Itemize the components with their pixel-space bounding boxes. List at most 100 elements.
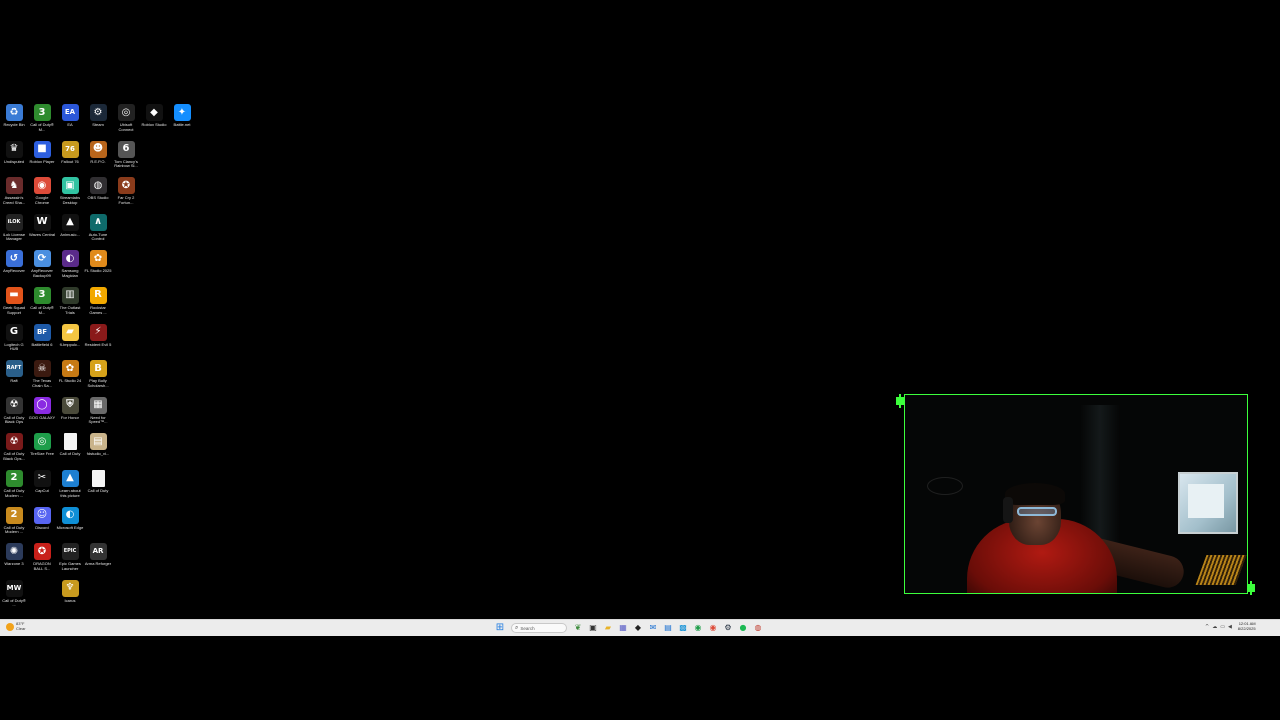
taskbar-search-box[interactable]: ⌕ Search — [511, 623, 567, 633]
desktop-empty-slot — [168, 283, 196, 319]
desktop-shortcut[interactable]: EA EA — [56, 100, 84, 136]
desktop-shortcut[interactable]: ♛ Undisputed — [0, 137, 28, 173]
desktop-shortcut[interactable]: ☢ Call of Duty Black Ops... — [0, 429, 28, 465]
desktop-shortcut[interactable]: ✺ Warzone 3 — [0, 539, 28, 575]
desktop-empty-slot — [140, 173, 168, 209]
desktop-shortcut[interactable]: ☺ Discord — [28, 503, 56, 539]
desktop-shortcut[interactable]: 3 Call of Duty® M... — [28, 283, 56, 319]
desktop-shortcut[interactable]: ☢ Call of Duty Black Ops — [0, 393, 28, 429]
desktop-shortcut[interactable]: G Logitech G HUB — [0, 320, 28, 356]
desktop-shortcut[interactable]: EPIC Epic Games Launcher — [56, 539, 84, 575]
desktop-empty-slot — [140, 210, 168, 246]
desktop-shortcut[interactable]: RAFT Raft — [0, 356, 28, 392]
desktop-shortcut[interactable]: 2 Call of Duty Modern ... — [0, 503, 28, 539]
epic-taskbar-icon[interactable]: ◆ — [632, 622, 644, 634]
desktop-shortcut[interactable]: AR Arma Reforger — [84, 539, 112, 575]
desktop-shortcut[interactable]: ✪ Far Cry 2 Fortun... — [112, 173, 140, 209]
photos-taskbar-icon[interactable]: ▩ — [677, 622, 689, 634]
desktop-shortcut[interactable]: ▲ Animusic... — [56, 210, 84, 246]
desktop-shortcut[interactable]: ◐ Microsoft Edge — [56, 503, 84, 539]
desktop-shortcut[interactable]: ✿ FL Studio 24 — [56, 356, 84, 392]
desktop-shortcut[interactable]: ✦ Battle.net — [168, 100, 196, 136]
desktop-shortcut[interactable]: ✂ CapCut — [28, 466, 56, 502]
desktop-shortcut[interactable]: ♆ Icarus — [56, 576, 84, 612]
animusic-icon: ▲ — [61, 213, 79, 231]
show-hidden-icons-icon[interactable]: ^ — [1205, 624, 1209, 630]
desktop-shortcut[interactable]: ◐ Samsung Magician — [56, 246, 84, 282]
webcam-resize-handle-top-left-bar[interactable] — [899, 394, 901, 408]
teams-taskbar-icon[interactable]: ▦ — [617, 622, 629, 634]
desktop-shortcut[interactable]: ■ Roblox Player — [28, 137, 56, 173]
desktop-shortcut[interactable]: R Rockstar Games ... — [84, 283, 112, 319]
webcam-resize-handle-bottom-right-bar[interactable] — [1250, 581, 1252, 595]
desktop-shortcut[interactable]: ▤ fdstudio_vi... — [84, 429, 112, 465]
desktop-shortcut[interactable]: W Waves Central — [28, 210, 56, 246]
desktop-shortcut[interactable]: ☻ R.E.P.O. — [84, 137, 112, 173]
desktop-shortcut-label: Call of Duty Black Ops — [3, 415, 25, 425]
webcam-headset — [1003, 497, 1013, 523]
obs-taskbar-icon[interactable]: ◍ — [752, 622, 764, 634]
taskbar-clock[interactable]: 12:01 AM 8/22/2025 — [1238, 621, 1256, 632]
desktop-shortcut-label: Roblox Player — [29, 159, 55, 164]
desktop-shortcut-label: Icarus — [64, 598, 76, 603]
desktop-shortcut[interactable]: 6 Tom Clancy's Rainbow Si... — [112, 137, 140, 173]
desktop-shortcut[interactable]: ◆ Roblox Studio — [140, 100, 168, 136]
desktop-shortcut[interactable]: MW Call of Duty® ... — [0, 576, 28, 612]
file-explorer-taskbar-icon[interactable]: ▰ — [602, 622, 614, 634]
desktop-shortcut[interactable]: 2 Call of Duty Modern ... — [0, 466, 28, 502]
desktop-shortcut[interactable]: ◎ Ubisoft Connect — [112, 100, 140, 136]
desktop-shortcut[interactable]: ☠ The Texas Chain Sa... — [28, 356, 56, 392]
cod-mw-icon: 2 — [5, 506, 23, 524]
desktop-shortcut[interactable]: ◎ TireSize Free — [28, 429, 56, 465]
desktop-shortcut-label: Learn about this picture — [59, 488, 81, 498]
desktop-icon-grid: ♻ Recycle Bin 3 Call of Duty® M... EA EA ⚙ Stea… — [0, 100, 200, 615]
desktop-shortcut[interactable]: ⛨ For Honor — [56, 393, 84, 429]
onedrive-icon[interactable]: ☁ — [1212, 624, 1217, 630]
mail-taskbar-icon[interactable]: ✉ — [647, 622, 659, 634]
chrome-taskbar-icon[interactable]: ◉ — [707, 622, 719, 634]
desktop-shortcut[interactable]: ▣ Streamlabs Desktop — [56, 173, 84, 209]
webcam-overlay[interactable] — [904, 394, 1248, 594]
desktop-shortcut[interactable]: B Play Bully Scholarsh... — [84, 356, 112, 392]
desktop-shortcut[interactable]: 3 Call of Duty® M... — [28, 100, 56, 136]
desktop-shortcut[interactable]: ▦ Need for Speed™... — [84, 393, 112, 429]
desktop-shortcut[interactable]: ♞ Assassin's Creed Sha... — [0, 173, 28, 209]
desktop-shortcut[interactable]: ✪ DRAGON BALL S... — [28, 539, 56, 575]
undisputed-icon: ♛ — [5, 140, 23, 158]
desktop-shortcut[interactable]: ◍ OBS Studio — [84, 173, 112, 209]
desktop-empty-slot — [140, 246, 168, 282]
webcam-monitor-screen — [1188, 484, 1224, 518]
desktop-shortcut[interactable]: ▰ fl-Imppulc... — [56, 320, 84, 356]
xbox-taskbar-icon[interactable]: ◉ — [692, 622, 704, 634]
desktop-shortcut[interactable]: ∧ Auto-Tune Control — [84, 210, 112, 246]
task-view-taskbar-icon[interactable]: ▣ — [587, 622, 599, 634]
desktop-shortcut[interactable]: ▬ Geek Squad Support — [0, 283, 28, 319]
desktop-shortcut[interactable]: ▥ The Outlast Trials — [56, 283, 84, 319]
desktop-shortcut[interactable]: ◉ Google Chrome — [28, 173, 56, 209]
steam-taskbar-icon[interactable]: ⚙ — [722, 622, 734, 634]
desktop-shortcut[interactable]: ◯ GOG GALAXY — [28, 393, 56, 429]
desktop-shortcut[interactable]: ▲ Learn about this picture — [56, 466, 84, 502]
volume-icon[interactable]: ◀ — [1228, 624, 1232, 630]
desktop-shortcut-label: Streamlabs Desktop — [59, 196, 81, 205]
desktop-shortcut[interactable]: ♻ Recycle Bin — [0, 100, 28, 136]
store-taskbar-icon[interactable]: ▤ — [662, 622, 674, 634]
desktop-shortcut[interactable]: ⚙ Steam — [84, 100, 112, 136]
desktop-shortcut[interactable]: ⚡ Resident Evil 5 — [84, 320, 112, 356]
start-button[interactable]: ⊞ — [494, 622, 506, 634]
desktop-shortcut[interactable]: ↺ AnyRecover — [0, 246, 28, 282]
desktop-shortcut-label: Auto-Tune Control — [88, 232, 108, 242]
desktop-shortcut[interactable]: 76 Fallout 76 — [56, 137, 84, 173]
desktop-shortcut[interactable]: BF Battlefield 6 — [28, 320, 56, 356]
desktop-shortcut[interactable]: Call of Duty — [84, 466, 112, 502]
desktop-shortcut[interactable]: iLOK iLok License Manager — [0, 210, 28, 246]
far-cry-icon: ✪ — [117, 177, 135, 195]
widgets-taskbar-icon[interactable]: ❦ — [572, 622, 584, 634]
desktop-shortcut[interactable]: ⟳ AnyRecover Backup99 — [28, 246, 56, 282]
desktop-shortcut[interactable]: Call of Duty — [56, 429, 84, 465]
desktop-shortcut[interactable]: ✿ FL Studio 2025 — [84, 246, 112, 282]
weather-widget[interactable]: 83°F Clear — [6, 621, 26, 631]
call-of-duty-mw3-icon: 3 — [33, 286, 51, 304]
spotify-taskbar-icon[interactable]: ● — [737, 622, 749, 634]
network-icon[interactable]: ▭ — [1220, 624, 1225, 630]
